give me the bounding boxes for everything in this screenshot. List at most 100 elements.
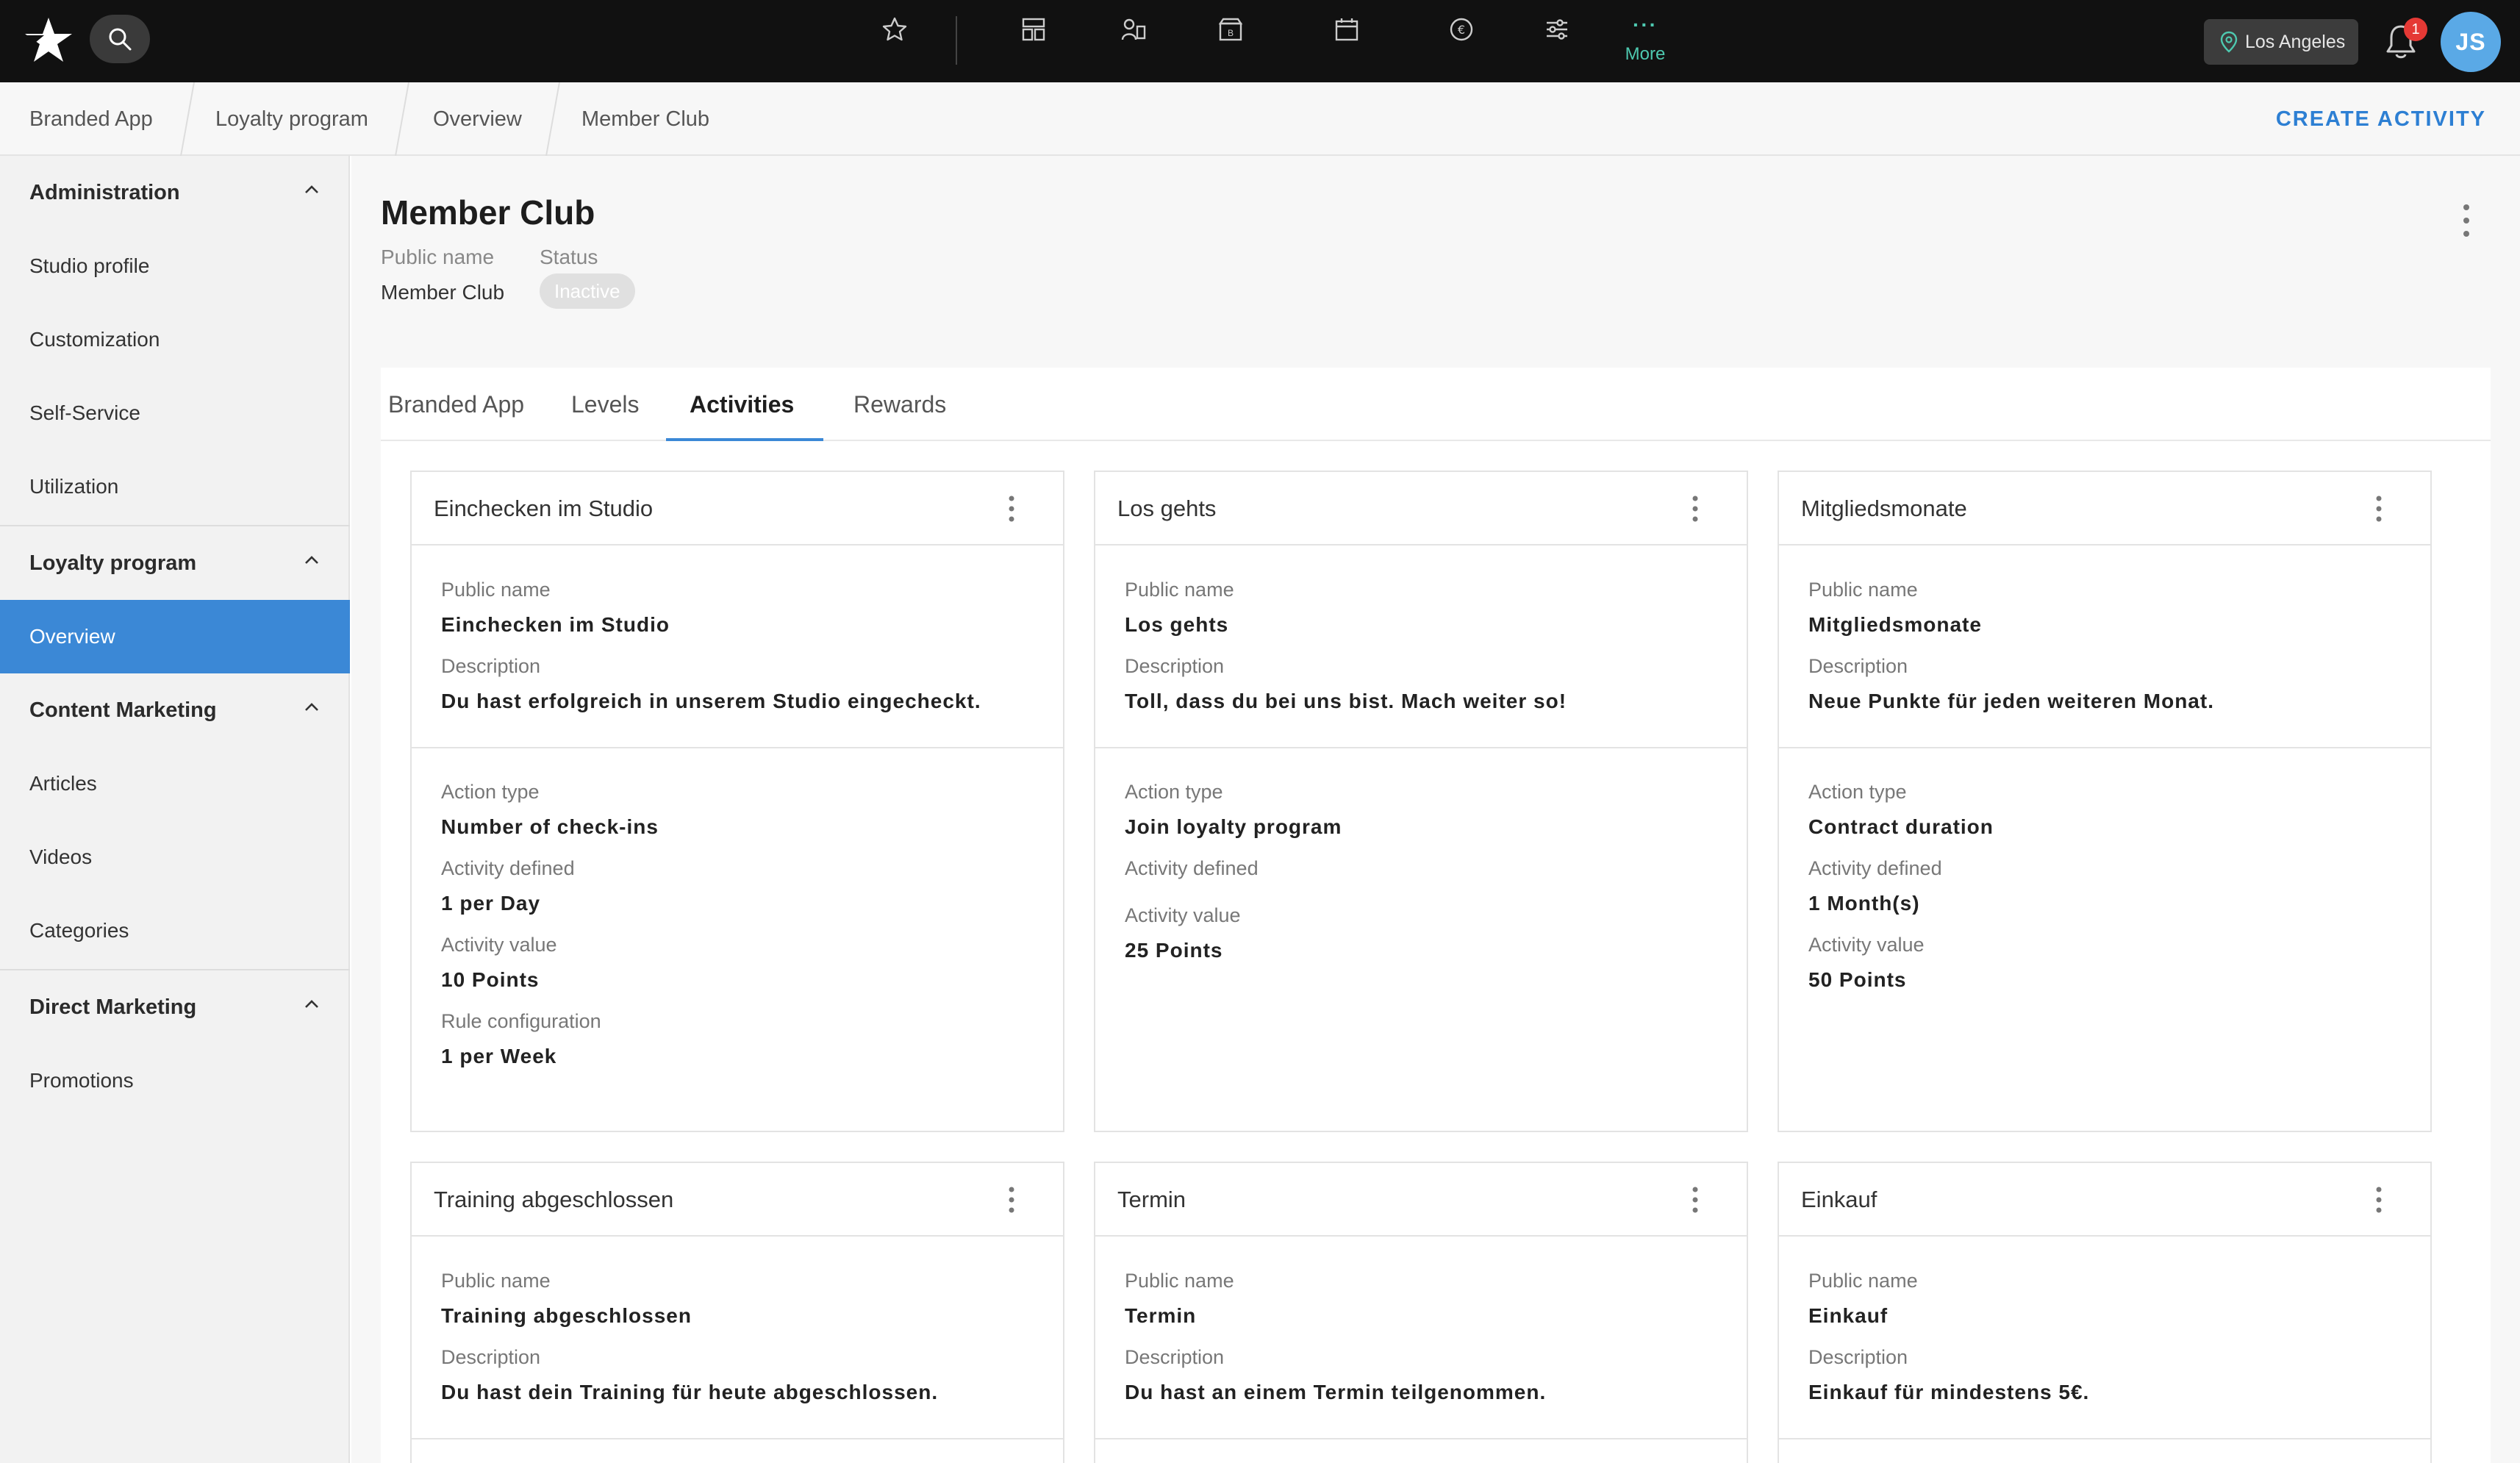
description-value: Einkauf für mindestens 5€.	[1808, 1381, 2090, 1403]
settings-nav-button[interactable]	[1541, 13, 1573, 46]
activity-value-label: Activity value	[1125, 904, 1241, 926]
tab-rewards[interactable]: Rewards	[853, 368, 946, 441]
description-label: Description	[1125, 1346, 1225, 1368]
more-options-icon[interactable]	[2372, 494, 2386, 523]
activity-value-value: 50 Points	[1808, 968, 1907, 991]
action-type-label: Action type	[1808, 781, 1907, 803]
public-name-value: Mitgliedsmonate	[1808, 613, 1982, 636]
description-label: Description	[1808, 1346, 1908, 1368]
public-name-value: Member Club	[381, 281, 505, 304]
status-label: Status	[540, 246, 598, 268]
tab-levels[interactable]: Levels	[571, 368, 640, 441]
action-type-value: Contract duration	[1808, 815, 1994, 838]
more-options-icon[interactable]	[1004, 494, 1019, 523]
svg-text:B: B	[1228, 28, 1234, 38]
breadcrumb-item[interactable]: Loyalty program	[215, 82, 368, 156]
description-label: Description	[1125, 655, 1225, 677]
location-selector[interactable]: Los Angeles	[2204, 19, 2358, 65]
location-name: Los Angeles	[2245, 31, 2346, 52]
rule-configuration-value: 1 per Week	[441, 1045, 557, 1067]
sidebar-item-self-service[interactable]: Self-Service	[0, 376, 350, 450]
description-value: Du hast an einem Termin teilgenommen.	[1125, 1381, 1547, 1403]
sidebar-item-customization[interactable]: Customization	[0, 303, 350, 376]
shop-icon: B	[1218, 18, 1243, 41]
activity-defined-label: Activity defined	[1808, 857, 1942, 879]
public-name-label: Public name	[381, 246, 495, 268]
sidebar-group-administration[interactable]: Administration	[0, 156, 350, 229]
sidebar-item-overview[interactable]: Overview	[0, 600, 350, 673]
calendar-nav-button[interactable]	[1331, 13, 1363, 46]
description-value: Du hast dein Training für heute abgeschl…	[441, 1381, 939, 1403]
chevron-up-icon	[305, 556, 318, 564]
activity-defined-value: 1 per Day	[441, 892, 541, 915]
rule-configuration-label: Rule configuration	[441, 1010, 601, 1032]
sidebar-item-articles[interactable]: Articles	[0, 747, 350, 820]
more-options-icon[interactable]	[2455, 198, 2477, 243]
dashboard-nav-button[interactable]	[1017, 13, 1050, 46]
card-divider	[1095, 747, 1747, 748]
public-name-label: Public name	[1125, 1270, 1234, 1292]
tab-branded-app[interactable]: Branded App	[388, 368, 524, 441]
user-avatar[interactable]: JS	[2441, 12, 2501, 72]
breadcrumb: Branded App Loyalty program Overview Mem…	[0, 82, 2520, 156]
tab-bar: Branded App Levels Activities Rewards	[381, 368, 2491, 441]
brand-logo-icon[interactable]	[22, 16, 74, 65]
public-name-label: Public name	[1125, 579, 1234, 601]
activity-defined-label: Activity defined	[1125, 857, 1259, 879]
more-options-icon[interactable]	[1688, 1185, 1703, 1215]
members-icon	[1121, 18, 1146, 40]
nav-separator	[956, 16, 957, 65]
search-icon	[109, 28, 132, 51]
activity-value-value: 10 Points	[441, 968, 540, 991]
sidebar-item-categories[interactable]: Categories	[0, 894, 350, 967]
card-header: Einchecken im Studio	[412, 472, 1063, 546]
activity-value-label: Activity value	[441, 934, 557, 956]
breadcrumb-item[interactable]: Overview	[433, 82, 522, 156]
breadcrumb-separator	[180, 82, 195, 156]
activity-defined-value: 1 Month(s)	[1808, 892, 1920, 915]
activities-panel: Branded App Levels Activities Rewards Ei…	[381, 368, 2491, 1463]
shop-nav-button[interactable]: B	[1214, 13, 1247, 46]
more-nav-label[interactable]: More	[1617, 44, 1673, 65]
breadcrumb-item[interactable]: Branded App	[29, 82, 153, 156]
activity-value-label: Activity value	[1808, 934, 1925, 956]
sidebar-group-label: Loyalty program	[29, 551, 197, 575]
chevron-up-icon	[305, 185, 318, 193]
public-name-value: Termin	[1125, 1304, 1197, 1327]
sidebar: Administration Studio profile Customizat…	[0, 156, 350, 1463]
card-divider	[1779, 747, 2430, 748]
description-label: Description	[441, 1346, 541, 1368]
sidebar-item-videos[interactable]: Videos	[0, 820, 350, 894]
finance-nav-button[interactable]: €	[1445, 13, 1478, 46]
activity-card: Einchecken im Studio Public name Einchec…	[410, 471, 1064, 1132]
action-type-value: Join loyalty program	[1125, 815, 1342, 838]
create-activity-button[interactable]: CREATE ACTIVITY	[2276, 82, 2486, 156]
activity-card: Training abgeschlossen Public name Train…	[410, 1162, 1064, 1463]
svg-text:€: €	[1458, 23, 1465, 37]
card-header: Training abgeschlossen	[412, 1163, 1063, 1237]
sidebar-item-studio-profile[interactable]: Studio profile	[0, 229, 350, 303]
more-options-icon[interactable]	[1688, 494, 1703, 523]
more-options-icon[interactable]	[2372, 1185, 2386, 1215]
members-nav-button[interactable]	[1117, 13, 1150, 46]
card-title: Training abgeschlossen	[434, 1187, 674, 1212]
more-dots-icon[interactable]: ···	[1623, 13, 1667, 37]
public-name-label: Public name	[1808, 579, 1918, 601]
sidebar-group-loyalty-program[interactable]: Loyalty program	[0, 526, 350, 600]
favorites-nav-button[interactable]	[878, 13, 911, 46]
search-button[interactable]	[90, 15, 150, 63]
sidebar-group-label: Direct Marketing	[29, 995, 197, 1019]
page-title: Member Club	[381, 193, 595, 232]
description-label: Description	[441, 655, 541, 677]
sidebar-group-content-marketing[interactable]: Content Marketing	[0, 673, 350, 747]
card-title: Mitgliedsmonate	[1801, 496, 1967, 521]
tab-activities[interactable]: Activities	[690, 368, 794, 441]
main-content: Member Club Public name Member Club Stat…	[351, 156, 2520, 1463]
sidebar-item-promotions[interactable]: Promotions	[0, 1044, 350, 1117]
more-options-icon[interactable]	[1004, 1185, 1019, 1215]
notification-badge: 1	[2404, 18, 2427, 41]
sidebar-item-utilization[interactable]: Utilization	[0, 450, 350, 523]
action-type-label: Action type	[1125, 781, 1223, 803]
sidebar-group-direct-marketing[interactable]: Direct Marketing	[0, 970, 350, 1044]
description-value: Neue Punkte für jeden weiteren Monat.	[1808, 690, 2214, 712]
